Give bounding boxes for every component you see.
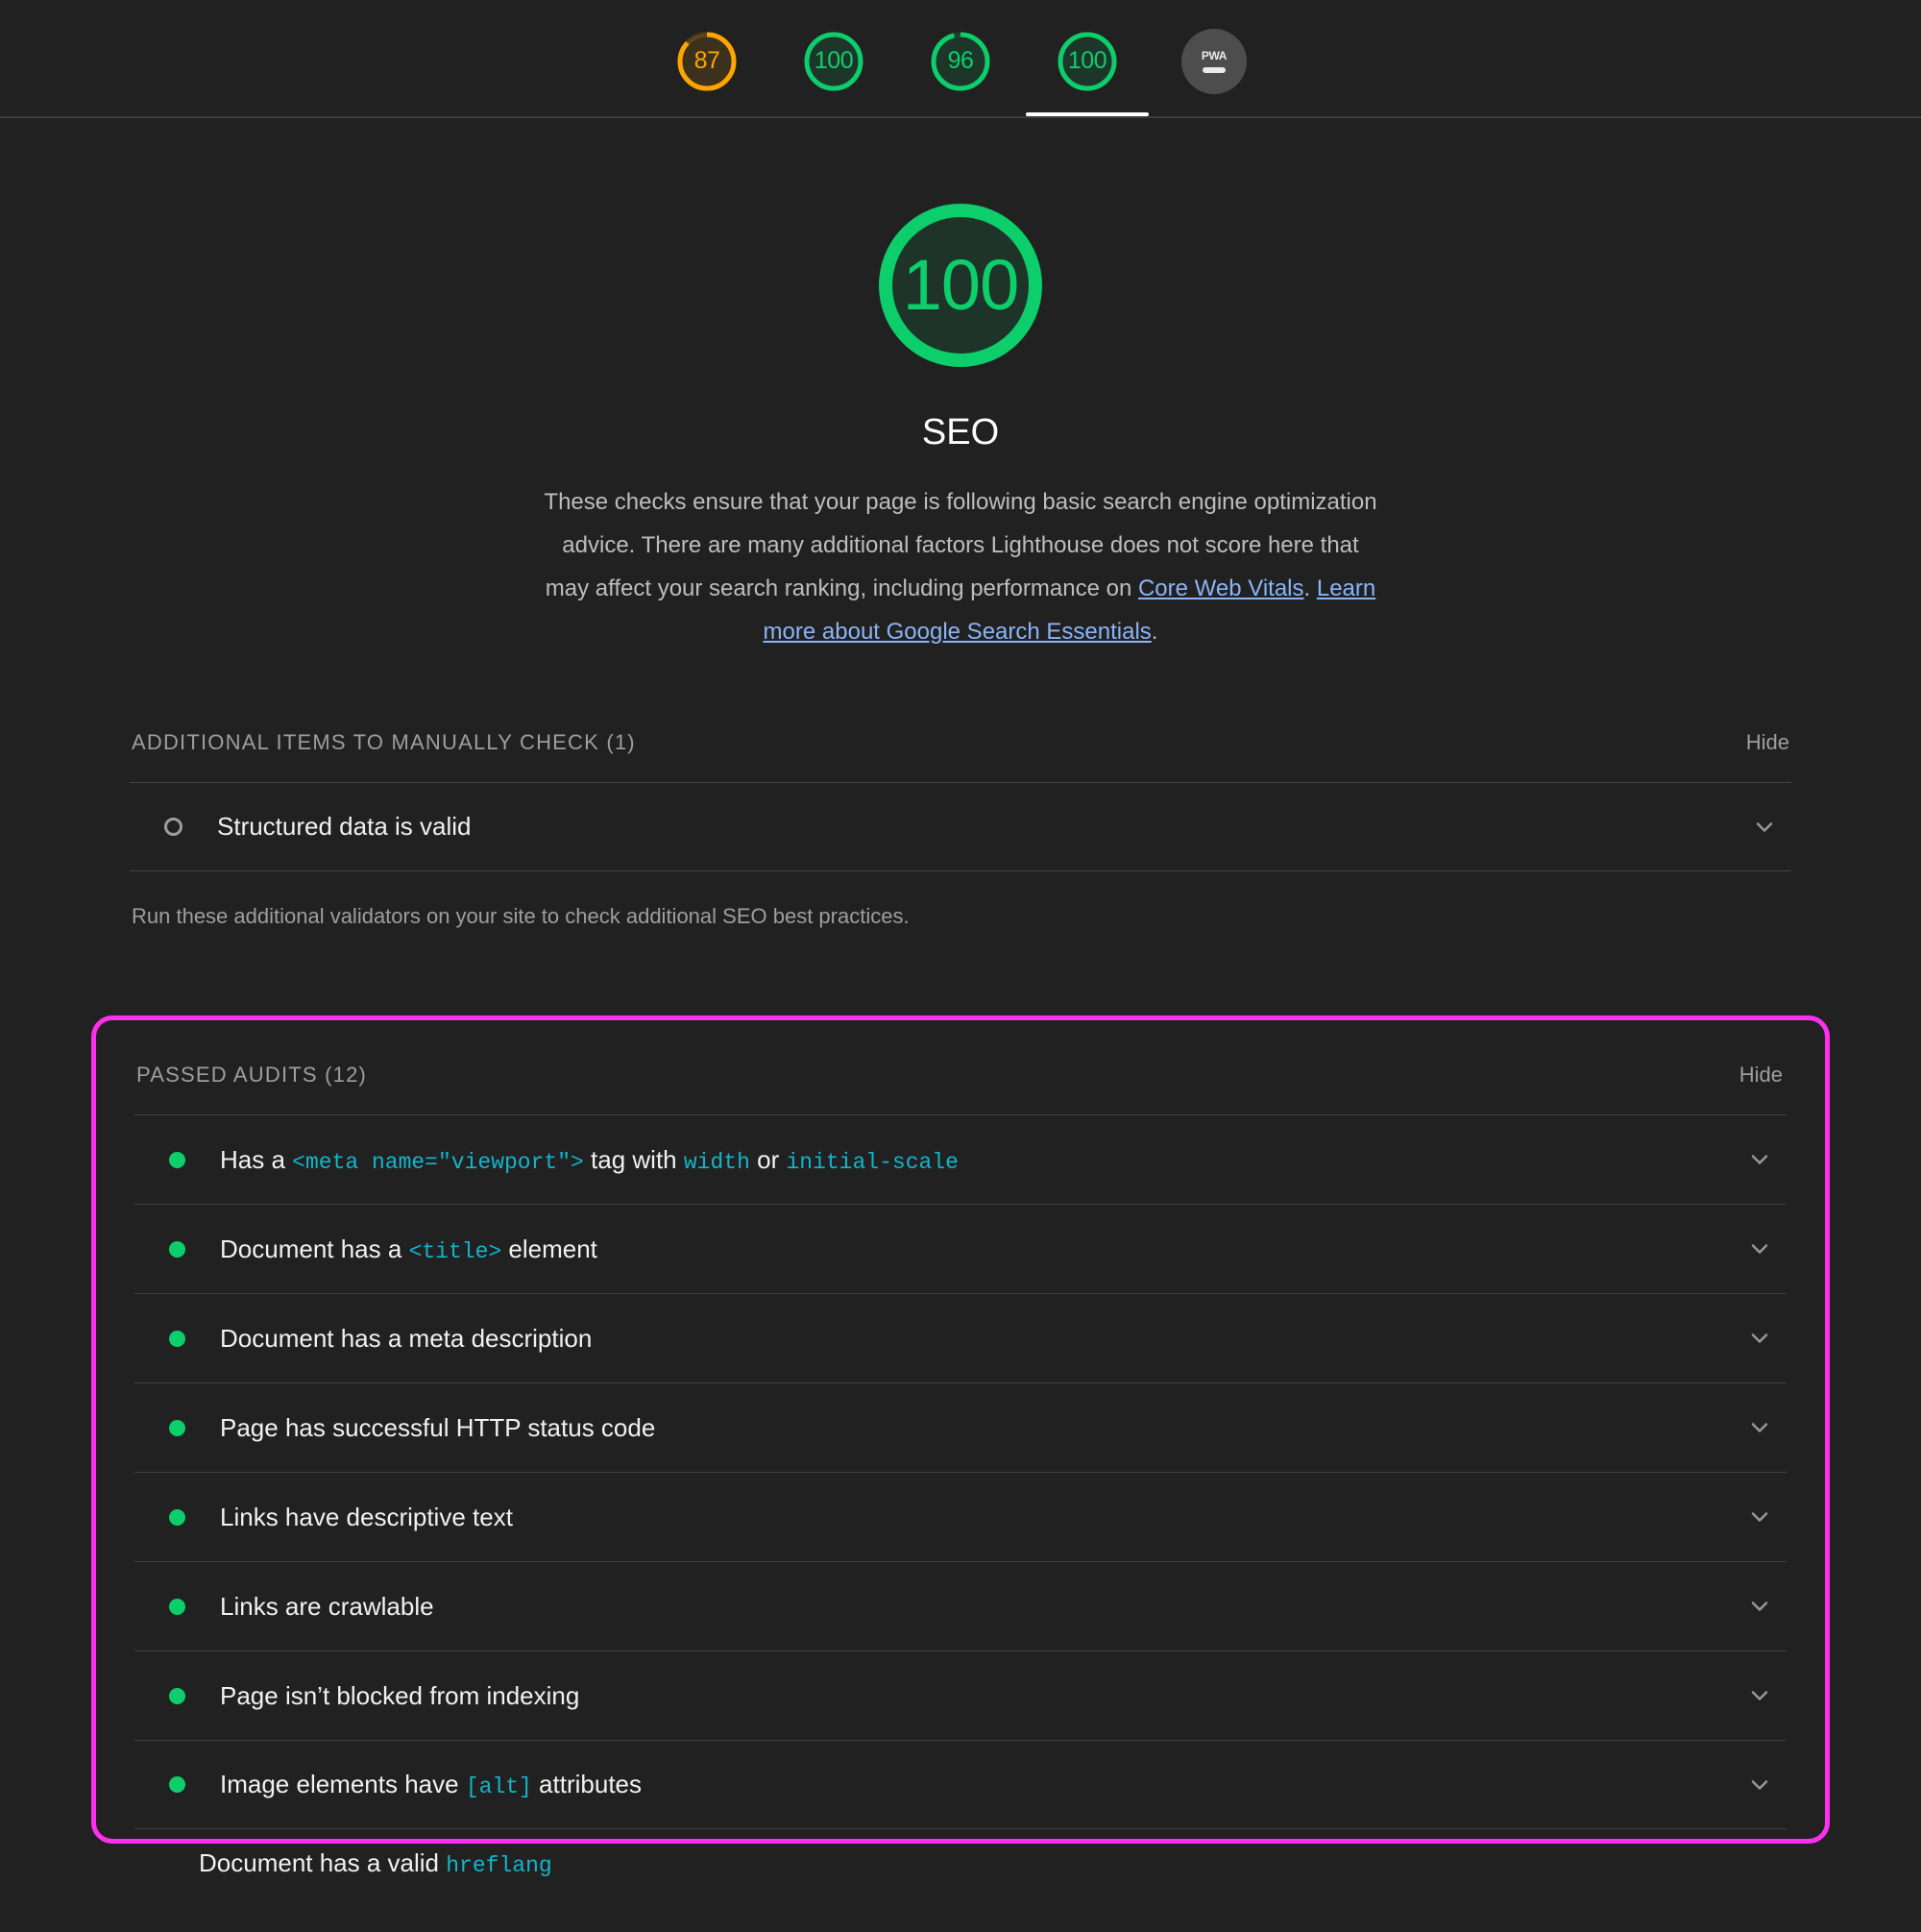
- audit-row[interactable]: Page isn’t blocked from indexing: [134, 1651, 1787, 1740]
- page-title: SEO: [921, 412, 1000, 452]
- inline-code: hreflang: [446, 1852, 552, 1878]
- gauge-performance-score: 87: [693, 47, 720, 74]
- audit-title: Has a <meta name="viewport"> tag with wi…: [220, 1145, 959, 1175]
- chevron-down-icon[interactable]: [1746, 1682, 1773, 1709]
- passed-audits-header: PASSED AUDITS (12) Hide: [134, 1063, 1787, 1088]
- gauge-seo: 100: [1055, 29, 1120, 94]
- passed-audits-highlight-box: PASSED AUDITS (12) Hide Has a <meta name…: [91, 1015, 1830, 1844]
- pass-dot-icon: [169, 1776, 185, 1793]
- audit-title: Links are crawlable: [220, 1592, 434, 1622]
- audit-title: Links have descriptive text: [220, 1503, 513, 1532]
- pass-dot-icon: [169, 1419, 185, 1436]
- gauge-best-practices: 96: [928, 29, 993, 94]
- gauge-best-practices-score: 96: [947, 47, 974, 74]
- pass-dot-icon: [169, 1508, 185, 1526]
- dash-icon: [1203, 67, 1226, 73]
- audit-text: element: [501, 1234, 597, 1263]
- audit-text: Page isn’t blocked from indexing: [220, 1680, 580, 1710]
- manual-check-section: ADDITIONAL ITEMS TO MANUALLY CHECK (1) H…: [130, 730, 1791, 929]
- gauge-performance: 87: [674, 29, 740, 94]
- manual-check-hide-button[interactable]: Hide: [1746, 730, 1789, 755]
- tab-performance[interactable]: 87: [644, 0, 770, 116]
- audit-text: Has a: [220, 1144, 293, 1174]
- audit-text: Image elements have: [220, 1770, 466, 1798]
- gauge-seo-score: 100: [1067, 47, 1107, 74]
- pass-dot-icon: [169, 1598, 185, 1615]
- audit-row[interactable]: Links are crawlable: [134, 1561, 1787, 1651]
- audit-row[interactable]: Has a <meta name="viewport"> tag with wi…: [134, 1114, 1787, 1204]
- passed-audits-list: Has a <meta name="viewport"> tag with wi…: [134, 1114, 1787, 1829]
- chevron-down-icon[interactable]: [1746, 1772, 1773, 1798]
- chevron-down-icon[interactable]: [1746, 1593, 1773, 1620]
- audit-text: Document has a valid: [199, 1847, 447, 1877]
- audit-row-partial[interactable]: Document has a valid hreflang: [91, 1844, 1830, 1882]
- audit-text: Links are crawlable: [220, 1591, 434, 1621]
- pass-dot-icon: [169, 1151, 185, 1168]
- audit-row[interactable]: Document has a <title> element: [134, 1204, 1787, 1293]
- tab-accessibility[interactable]: 100: [770, 0, 897, 116]
- inline-code: initial-scale: [786, 1149, 959, 1175]
- description-text-part3: .: [1151, 619, 1158, 645]
- manual-circle-icon: [164, 818, 182, 836]
- tab-best-practices[interactable]: 96: [897, 0, 1024, 116]
- chevron-down-icon[interactable]: [1751, 814, 1778, 841]
- pwa-badge: PWA: [1181, 28, 1247, 94]
- manual-check-header: ADDITIONAL ITEMS TO MANUALLY CHECK (1) H…: [130, 730, 1791, 755]
- audit-title: Structured data is valid: [217, 812, 472, 841]
- pwa-label: PWA: [1201, 49, 1228, 62]
- seo-score-gauge: 100: [861, 185, 1060, 385]
- passed-audits-section: PASSED AUDITS (12) Hide Has a <meta name…: [134, 1063, 1787, 1829]
- passed-audits-hide-button[interactable]: Hide: [1739, 1063, 1783, 1088]
- audit-text: or: [749, 1144, 787, 1174]
- audit-title: Document has a <title> element: [220, 1235, 597, 1264]
- audit-title: Image elements have [alt] attributes: [220, 1770, 642, 1799]
- core-web-vitals-link[interactable]: Core Web Vitals: [1138, 575, 1304, 601]
- seo-score-value: 100: [902, 245, 1019, 325]
- audit-text: Document has a: [220, 1234, 409, 1263]
- audit-title: Document has a meta description: [220, 1324, 592, 1354]
- category-hero: 100 SEO These checks ensure that your pa…: [0, 118, 1921, 653]
- tab-pwa[interactable]: PWA: [1151, 0, 1277, 116]
- gauge-accessibility-score: 100: [814, 47, 854, 74]
- audit-text: Page has successful HTTP status code: [220, 1412, 656, 1442]
- manual-check-note: Run these additional validators on your …: [132, 904, 910, 928]
- audit-text: tag with: [583, 1144, 684, 1174]
- chevron-down-icon[interactable]: [1746, 1414, 1773, 1441]
- category-tab-bar: 87 100 96 100 PWA: [0, 0, 1921, 118]
- gauge-accessibility: 100: [801, 29, 866, 94]
- audit-text: Links have descriptive text: [220, 1502, 513, 1531]
- audit-row[interactable]: Links have descriptive text: [134, 1472, 1787, 1561]
- manual-check-title: ADDITIONAL ITEMS TO MANUALLY CHECK (1): [132, 730, 636, 754]
- pass-dot-icon: [169, 1330, 185, 1347]
- manual-check-list: Structured data is valid: [130, 782, 1791, 871]
- chevron-down-icon[interactable]: [1746, 1146, 1773, 1173]
- audit-text: attributes: [531, 1770, 642, 1798]
- inline-code: <title>: [408, 1238, 502, 1264]
- inline-code: <meta name="viewport">: [292, 1149, 584, 1175]
- description-text-part2: .: [1303, 575, 1317, 601]
- audit-title: Page has successful HTTP status code: [220, 1413, 655, 1443]
- chevron-down-icon[interactable]: [1746, 1504, 1773, 1530]
- audit-row[interactable]: Image elements have [alt] attributes: [134, 1740, 1787, 1829]
- category-description: These checks ensure that your page is fo…: [538, 480, 1383, 653]
- pass-dot-icon: [169, 1687, 185, 1704]
- chevron-down-icon[interactable]: [1746, 1235, 1773, 1262]
- audits-content: ADDITIONAL ITEMS TO MANUALLY CHECK (1) H…: [91, 653, 1830, 1882]
- chevron-down-icon[interactable]: [1746, 1325, 1773, 1352]
- audit-title: Page isn’t blocked from indexing: [220, 1681, 579, 1711]
- audit-row[interactable]: Page has successful HTTP status code: [134, 1382, 1787, 1472]
- audit-text: Document has a meta description: [220, 1323, 593, 1353]
- passed-audits-title: PASSED AUDITS (12): [136, 1063, 368, 1087]
- pass-dot-icon: [169, 1240, 185, 1258]
- audit-title: Document has a valid hreflang: [199, 1848, 552, 1878]
- audit-row[interactable]: Structured data is valid: [130, 782, 1791, 871]
- inline-code: width: [683, 1149, 750, 1175]
- tab-seo[interactable]: 100: [1024, 0, 1151, 116]
- audit-row[interactable]: Document has a meta description: [134, 1293, 1787, 1382]
- inline-code: [alt]: [465, 1774, 532, 1799]
